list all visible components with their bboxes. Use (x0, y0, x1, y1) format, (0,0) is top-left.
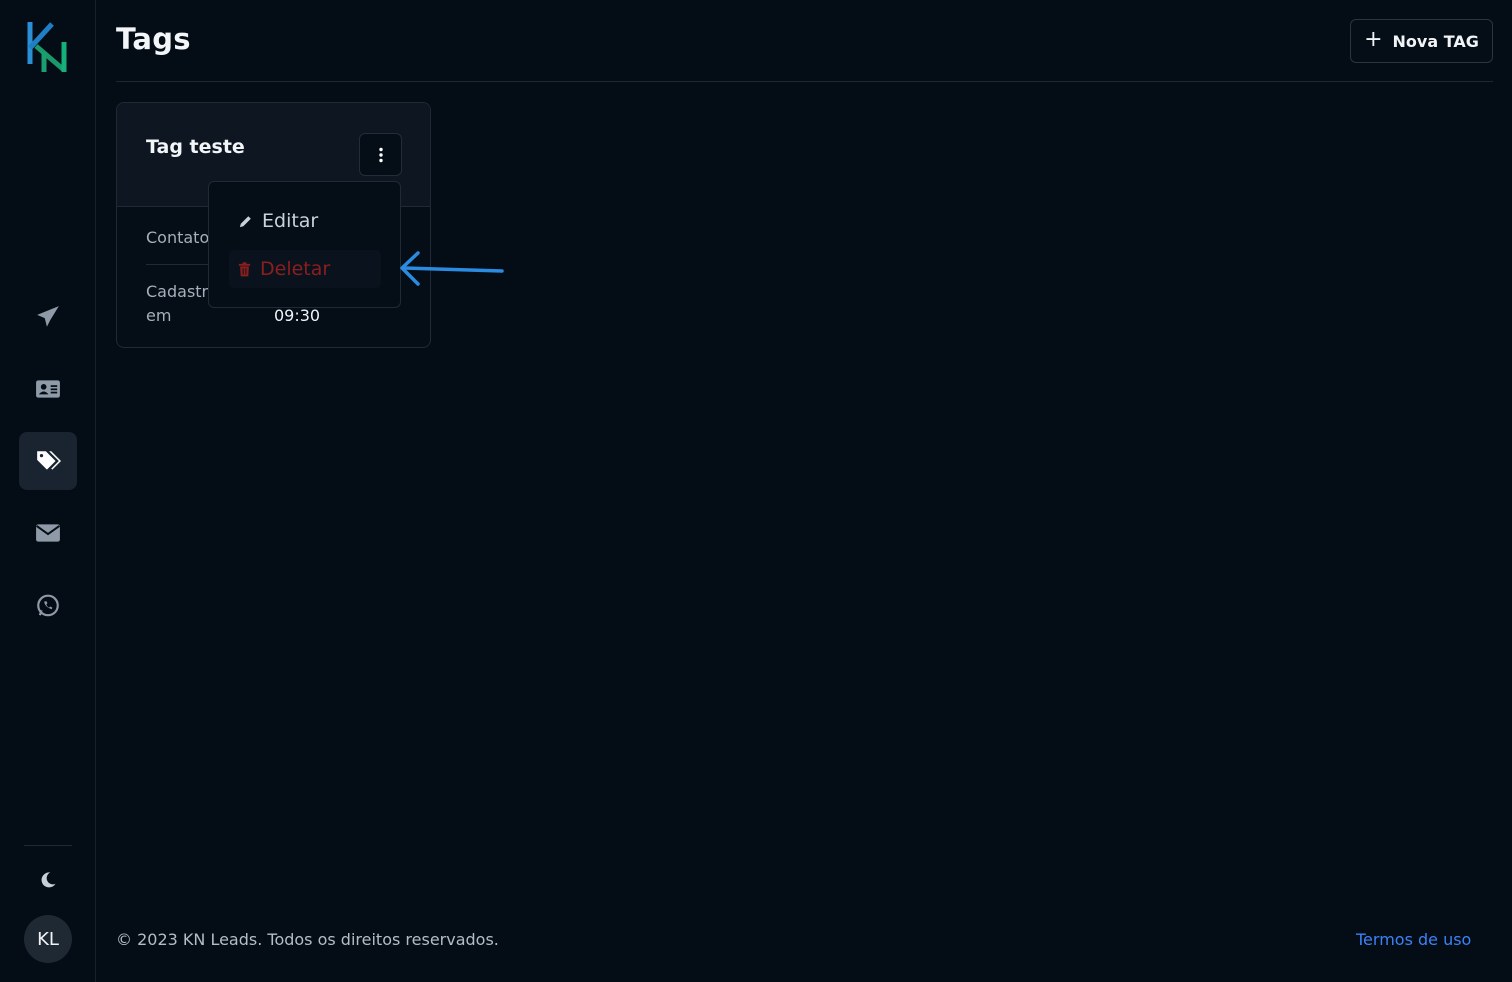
more-vertical-icon (378, 147, 383, 162)
moon-icon (41, 872, 56, 888)
sidebar-item-whatsapp[interactable] (19, 577, 77, 635)
sidebar-divider (24, 845, 72, 846)
contacts-label: Contatos (146, 228, 218, 247)
plus-icon: + (1364, 27, 1383, 52)
edit-menu-item[interactable]: Editar (229, 202, 381, 240)
whatsapp-icon (37, 594, 59, 617)
sidebar-item-contacts[interactable] (19, 360, 77, 418)
sidebar-item-campaigns[interactable] (19, 288, 77, 346)
edit-label: Editar (262, 210, 319, 232)
address-card-icon (36, 380, 60, 398)
theme-toggle[interactable] (34, 866, 62, 894)
kn-logo[interactable] (26, 20, 70, 74)
pencil-icon (239, 215, 251, 227)
paper-plane-icon (37, 306, 59, 327)
tag-card-title: Tag teste (146, 136, 245, 158)
delete-menu-item[interactable]: Deletar (229, 250, 381, 288)
delete-label: Deletar (260, 258, 331, 280)
sidebar: KL (0, 0, 96, 982)
new-tag-label: Nova TAG (1392, 31, 1479, 51)
envelope-icon (36, 524, 60, 542)
sidebar-item-email[interactable] (19, 504, 77, 562)
page-title: Tags (116, 22, 191, 56)
created-time: 09:30 (274, 306, 321, 325)
terms-link[interactable]: Termos de uso (1356, 930, 1471, 949)
tag-options-menu: Editar Deletar (208, 181, 401, 308)
sidebar-item-tags[interactable] (19, 432, 77, 490)
tag-options-button[interactable] (359, 133, 402, 176)
avatar[interactable]: KL (24, 915, 72, 963)
tags-icon (37, 451, 61, 470)
new-tag-button[interactable]: + Nova TAG (1350, 19, 1493, 63)
annotation-arrow-icon (400, 251, 504, 286)
created-label-line2: em (146, 306, 172, 325)
header-divider (116, 81, 1493, 82)
trash-icon (238, 261, 251, 276)
footer-copyright: © 2023 KN Leads. Todos os direitos reser… (116, 930, 499, 949)
